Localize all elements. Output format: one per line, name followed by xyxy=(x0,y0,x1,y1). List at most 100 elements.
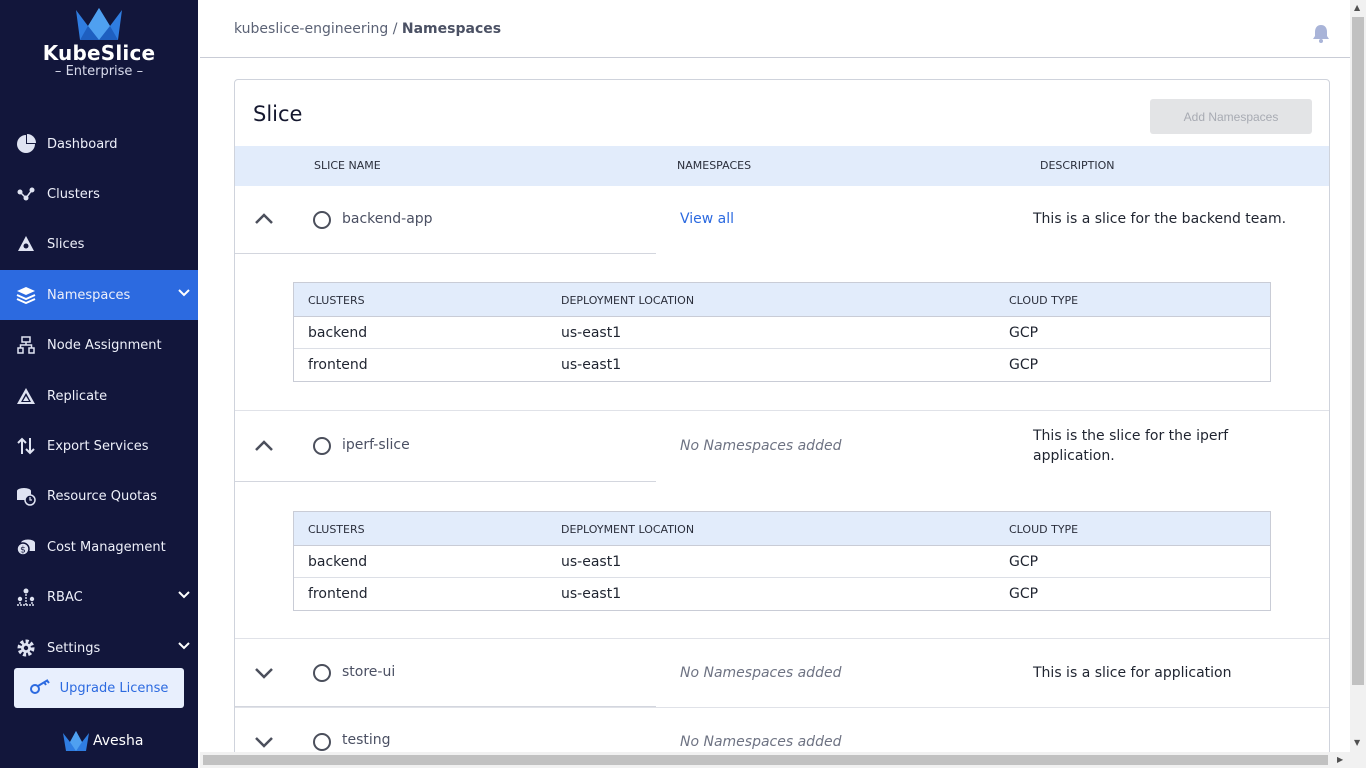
brand-subtitle: – Enterprise – xyxy=(54,64,144,79)
svg-text:$: $ xyxy=(20,546,26,556)
breadcrumb-current: Namespaces xyxy=(401,21,502,37)
chevron-down-icon[interactable] xyxy=(255,667,273,683)
slice-name: iperf-slice xyxy=(342,437,410,453)
sidebar-item-label: RBAC xyxy=(47,589,83,605)
avesha-label: Avesha xyxy=(93,733,144,749)
table-row: iperf-slice No Namespaces added This is … xyxy=(235,411,1329,482)
crown-logo-icon xyxy=(76,8,122,40)
table-row: store-ui No Namespaces added This is a s… xyxy=(235,639,1329,707)
sidebar-item-export-services[interactable]: Export Services xyxy=(0,421,198,471)
chevron-down-icon[interactable] xyxy=(178,588,190,603)
column-header-clusters: CLUSTERS xyxy=(308,294,365,307)
logo: KubeSlice – Enterprise – xyxy=(0,6,198,80)
sidebar-item-slices[interactable]: Slices xyxy=(0,219,198,269)
cluster-row: frontend us-east1 GCP xyxy=(294,578,1270,610)
no-namespaces-text: No Namespaces added xyxy=(680,665,842,681)
cluster-name: frontend xyxy=(308,357,368,373)
table-row: backend-app View all This is a slice for… xyxy=(235,186,1329,254)
sidebar-item-label: Export Services xyxy=(47,438,149,454)
sidebar-item-label: Replicate xyxy=(47,388,108,404)
vertical-scrollbar[interactable]: ▲ ▼ xyxy=(1350,0,1366,768)
cost-icon: $ xyxy=(16,537,36,557)
node-tree-icon xyxy=(16,335,36,355)
cluster-table-header: CLUSTERS DEPLOYMENT LOCATION CLOUD TYPE xyxy=(294,512,1270,546)
sidebar-item-rbac[interactable]: RBAC xyxy=(0,572,198,622)
slice-name: backend-app xyxy=(342,211,433,227)
sidebar-item-label: Namespaces xyxy=(47,287,131,303)
sidebar-item-cost-management[interactable]: $ Cost Management xyxy=(0,522,198,572)
cluster-cloud: GCP xyxy=(1009,554,1039,570)
slice-description: This is a slice for the backend team. xyxy=(1033,211,1287,227)
scroll-up-icon[interactable]: ▲ xyxy=(1354,3,1360,12)
cluster-name: backend xyxy=(308,554,368,570)
scroll-down-icon[interactable]: ▼ xyxy=(1354,738,1360,747)
sidebar-item-label: Settings xyxy=(47,640,101,656)
scroll-thumb[interactable] xyxy=(203,755,1328,765)
cluster-location: us-east1 xyxy=(561,325,622,341)
column-header-namespaces: NAMESPACES xyxy=(677,159,752,172)
add-namespaces-button[interactable]: Add Namespaces xyxy=(1150,99,1312,134)
cluster-nodes-icon xyxy=(16,184,36,204)
bell-icon[interactable] xyxy=(1312,24,1330,47)
sidebar-item-replicate[interactable]: Replicate xyxy=(0,371,198,421)
breadcrumb-separator: / xyxy=(392,21,398,37)
sidebar-item-label: Node Assignment xyxy=(47,337,162,353)
replicate-icon xyxy=(16,386,36,406)
chevron-down-icon[interactable] xyxy=(178,639,190,654)
slice-radio[interactable] xyxy=(313,733,331,751)
sidebar: KubeSlice – Enterprise – Dashboard Clust… xyxy=(0,0,198,768)
no-namespaces-text: No Namespaces added xyxy=(680,438,842,454)
rbac-icon xyxy=(16,587,36,607)
export-arrows-icon xyxy=(16,436,36,456)
slice-name: store-ui xyxy=(342,664,396,680)
breadcrumb: kubeslice-engineering / Namespaces xyxy=(234,21,501,37)
horizontal-scrollbar[interactable]: ▶ xyxy=(200,752,1350,768)
scroll-thumb[interactable] xyxy=(1352,17,1364,685)
slice-radio[interactable] xyxy=(313,211,331,229)
slice-description: This is the slice for the iperf applicat… xyxy=(1033,428,1229,464)
card-title: Slice xyxy=(253,102,303,126)
cluster-row: frontend us-east1 GCP xyxy=(294,349,1270,381)
sidebar-item-label: Slices xyxy=(47,236,85,252)
upgrade-license-button[interactable]: Upgrade License xyxy=(14,668,184,708)
column-header-slice-name: SLICE NAME xyxy=(314,159,381,172)
sidebar-item-settings[interactable]: Settings xyxy=(0,623,198,673)
upgrade-license-label: Upgrade License xyxy=(59,680,169,696)
column-header-location: DEPLOYMENT LOCATION xyxy=(561,523,695,536)
slice-description: This is a slice for application xyxy=(1033,665,1232,681)
top-header: kubeslice-engineering / Namespaces xyxy=(200,0,1350,58)
slice-card: Slice Add Namespaces SLICE NAME NAMESPAC… xyxy=(234,79,1330,768)
sidebar-item-namespaces[interactable]: Namespaces xyxy=(0,270,198,320)
sidebar-item-label: Clusters xyxy=(47,186,100,202)
slice-icon xyxy=(16,234,36,254)
column-header-location: DEPLOYMENT LOCATION xyxy=(561,294,695,307)
cluster-cloud: GCP xyxy=(1009,325,1039,341)
column-header-cloud: CLOUD TYPE xyxy=(1009,294,1079,307)
scroll-right-icon[interactable]: ▶ xyxy=(1337,755,1343,764)
column-header-cloud: CLOUD TYPE xyxy=(1009,523,1079,536)
breadcrumb-root[interactable]: kubeslice-engineering xyxy=(234,21,388,37)
chevron-up-icon[interactable] xyxy=(255,439,273,455)
pie-chart-icon xyxy=(16,134,36,154)
sidebar-item-dashboard[interactable]: Dashboard xyxy=(0,119,198,169)
cluster-table: CLUSTERS DEPLOYMENT LOCATION CLOUD TYPE … xyxy=(293,511,1271,611)
view-all-link[interactable]: View all xyxy=(680,211,734,227)
column-header-clusters: CLUSTERS xyxy=(308,523,365,536)
table-header: SLICE NAME NAMESPACES DESCRIPTION xyxy=(235,146,1329,186)
chevron-down-icon[interactable] xyxy=(255,736,273,752)
brand-title: KubeSlice xyxy=(42,41,156,65)
sidebar-item-node-assignment[interactable]: Node Assignment xyxy=(0,320,198,370)
chevron-up-icon[interactable] xyxy=(255,212,273,228)
cluster-name: frontend xyxy=(308,586,368,602)
slice-radio[interactable] xyxy=(313,437,331,455)
cluster-table: CLUSTERS DEPLOYMENT LOCATION CLOUD TYPE … xyxy=(293,282,1271,382)
gear-icon xyxy=(16,638,36,658)
slice-radio[interactable] xyxy=(313,664,331,682)
sidebar-item-clusters[interactable]: Clusters xyxy=(0,169,198,219)
row-divider xyxy=(235,253,656,254)
avesha-logo: Avesha xyxy=(62,730,143,752)
cluster-location: us-east1 xyxy=(561,554,622,570)
sidebar-item-resource-quotas[interactable]: Resource Quotas xyxy=(0,471,198,521)
chevron-down-icon[interactable] xyxy=(178,286,190,301)
cluster-location: us-east1 xyxy=(561,357,622,373)
